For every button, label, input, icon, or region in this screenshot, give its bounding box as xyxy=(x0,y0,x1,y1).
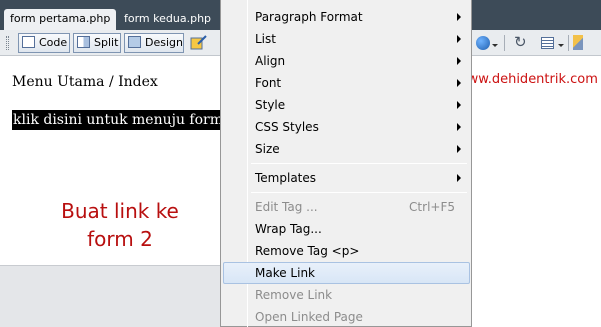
menu-separator xyxy=(251,192,467,193)
menu-item-css-styles[interactable]: CSS Styles xyxy=(223,116,470,138)
menu-item-style[interactable]: Style xyxy=(223,94,470,116)
menu-item-font[interactable]: Font xyxy=(223,72,470,94)
menu-item-remove-tag[interactable]: Remove Tag <p> xyxy=(223,240,470,262)
watermark-url: www.dehidentrik.com xyxy=(457,72,598,87)
menu-item-label: Edit Tag ... xyxy=(255,200,318,214)
toolbar-grip[interactable] xyxy=(6,36,9,50)
toolbar-divider-2 xyxy=(568,35,569,51)
code-view-icon xyxy=(22,36,35,48)
menu-item-make-link[interactable]: Make Link xyxy=(223,262,470,284)
split-view-label: Split xyxy=(94,36,119,49)
split-view-icon xyxy=(77,36,90,48)
menu-item-wrap-tag[interactable]: Wrap Tag... xyxy=(223,218,470,240)
menu-item-label: Style xyxy=(255,98,286,112)
menu-item-align[interactable]: Align xyxy=(223,50,470,72)
submenu-arrow-icon xyxy=(457,174,461,182)
menu-item-label: Remove Tag <p> xyxy=(255,244,360,258)
context-menu: Paragraph Format List Align Font Style C… xyxy=(220,0,472,327)
toolbar-divider xyxy=(504,35,505,51)
code-view-label: Code xyxy=(39,36,68,49)
refresh-icon[interactable]: ↻ xyxy=(514,33,527,51)
menu-item-paragraph-format[interactable]: Paragraph Format xyxy=(223,6,470,28)
annotation-line-2: form 2 xyxy=(87,227,153,251)
submenu-arrow-icon xyxy=(457,123,461,131)
menu-item-label: Font xyxy=(255,76,282,90)
code-view-button[interactable]: Code xyxy=(18,33,70,53)
submenu-arrow-icon xyxy=(457,57,461,65)
submenu-arrow-icon xyxy=(457,35,461,43)
menu-item-list[interactable]: List xyxy=(223,28,470,50)
pen-icon[interactable] xyxy=(573,35,583,50)
live-view-svg xyxy=(190,35,207,50)
right-toolbar: ↻ xyxy=(472,30,601,56)
design-view-button[interactable]: Design xyxy=(124,33,184,53)
menu-item-label: Make Link xyxy=(255,266,315,280)
menu-item-open-linked-page: Open Linked Page xyxy=(223,306,470,327)
menu-item-label: Size xyxy=(255,142,280,156)
menu-item-remove-link: Remove Link xyxy=(223,284,470,306)
menu-item-label: List xyxy=(255,32,276,46)
menu-item-label: Align xyxy=(255,54,286,68)
globe-dropdown-icon[interactable] xyxy=(492,44,498,47)
tab-form-kedua[interactable]: form kedua.php xyxy=(118,9,218,30)
menu-separator xyxy=(251,163,467,164)
menu-item-label: Open Linked Page xyxy=(255,310,363,324)
menu-item-label: Remove Link xyxy=(255,288,333,302)
menu-item-shortcut: Ctrl+F5 xyxy=(409,200,455,214)
status-area xyxy=(0,265,220,327)
menu-item-label: CSS Styles xyxy=(255,120,319,134)
annotation-line-1: Buat link ke xyxy=(61,199,179,223)
submenu-arrow-icon xyxy=(457,101,461,109)
selected-link-text[interactable]: klik disini untuk menuju form ke dua xyxy=(12,110,221,130)
annotation-text: Buat link ke form 2 xyxy=(40,197,200,253)
menu-item-size[interactable]: Size xyxy=(223,138,470,160)
visual-aids-dropdown-icon[interactable] xyxy=(558,44,564,47)
submenu-arrow-icon xyxy=(457,79,461,87)
split-view-button[interactable]: Split xyxy=(73,33,121,53)
submenu-arrow-icon xyxy=(457,145,461,153)
visual-aids-icon[interactable] xyxy=(541,37,554,49)
design-view-icon xyxy=(128,36,141,48)
menu-item-edit-tag: Edit Tag ... Ctrl+F5 xyxy=(223,196,470,218)
menu-item-label: Paragraph Format xyxy=(255,10,363,24)
menu-item-label: Templates xyxy=(255,171,317,185)
globe-icon[interactable] xyxy=(476,36,490,50)
tab-form-pertama[interactable]: form pertama.php xyxy=(4,9,116,30)
live-view-icon[interactable] xyxy=(190,34,208,56)
menu-item-templates[interactable]: Templates xyxy=(223,167,470,189)
submenu-arrow-icon xyxy=(457,13,461,21)
page-heading-text[interactable]: Menu Utama / Index xyxy=(12,74,158,90)
menu-item-label: Wrap Tag... xyxy=(255,222,322,236)
design-view-label: Design xyxy=(145,36,183,49)
